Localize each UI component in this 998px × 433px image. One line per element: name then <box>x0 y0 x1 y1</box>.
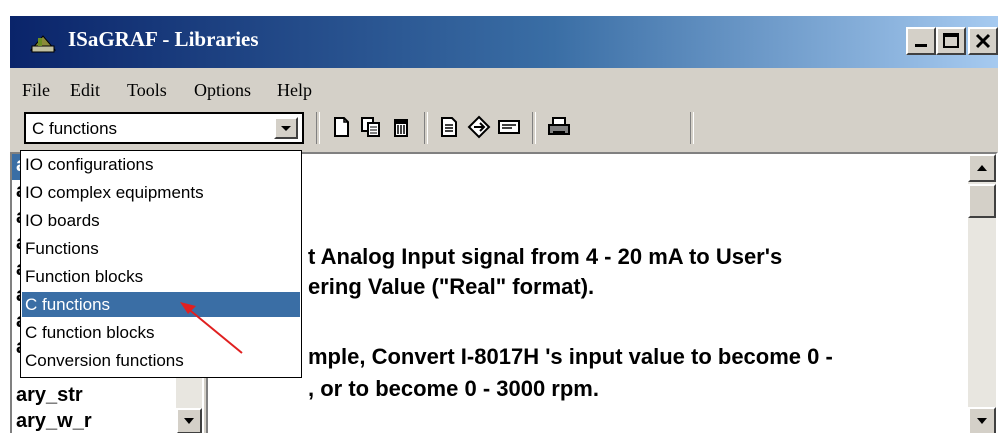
annotation-arrow-icon <box>180 302 243 354</box>
